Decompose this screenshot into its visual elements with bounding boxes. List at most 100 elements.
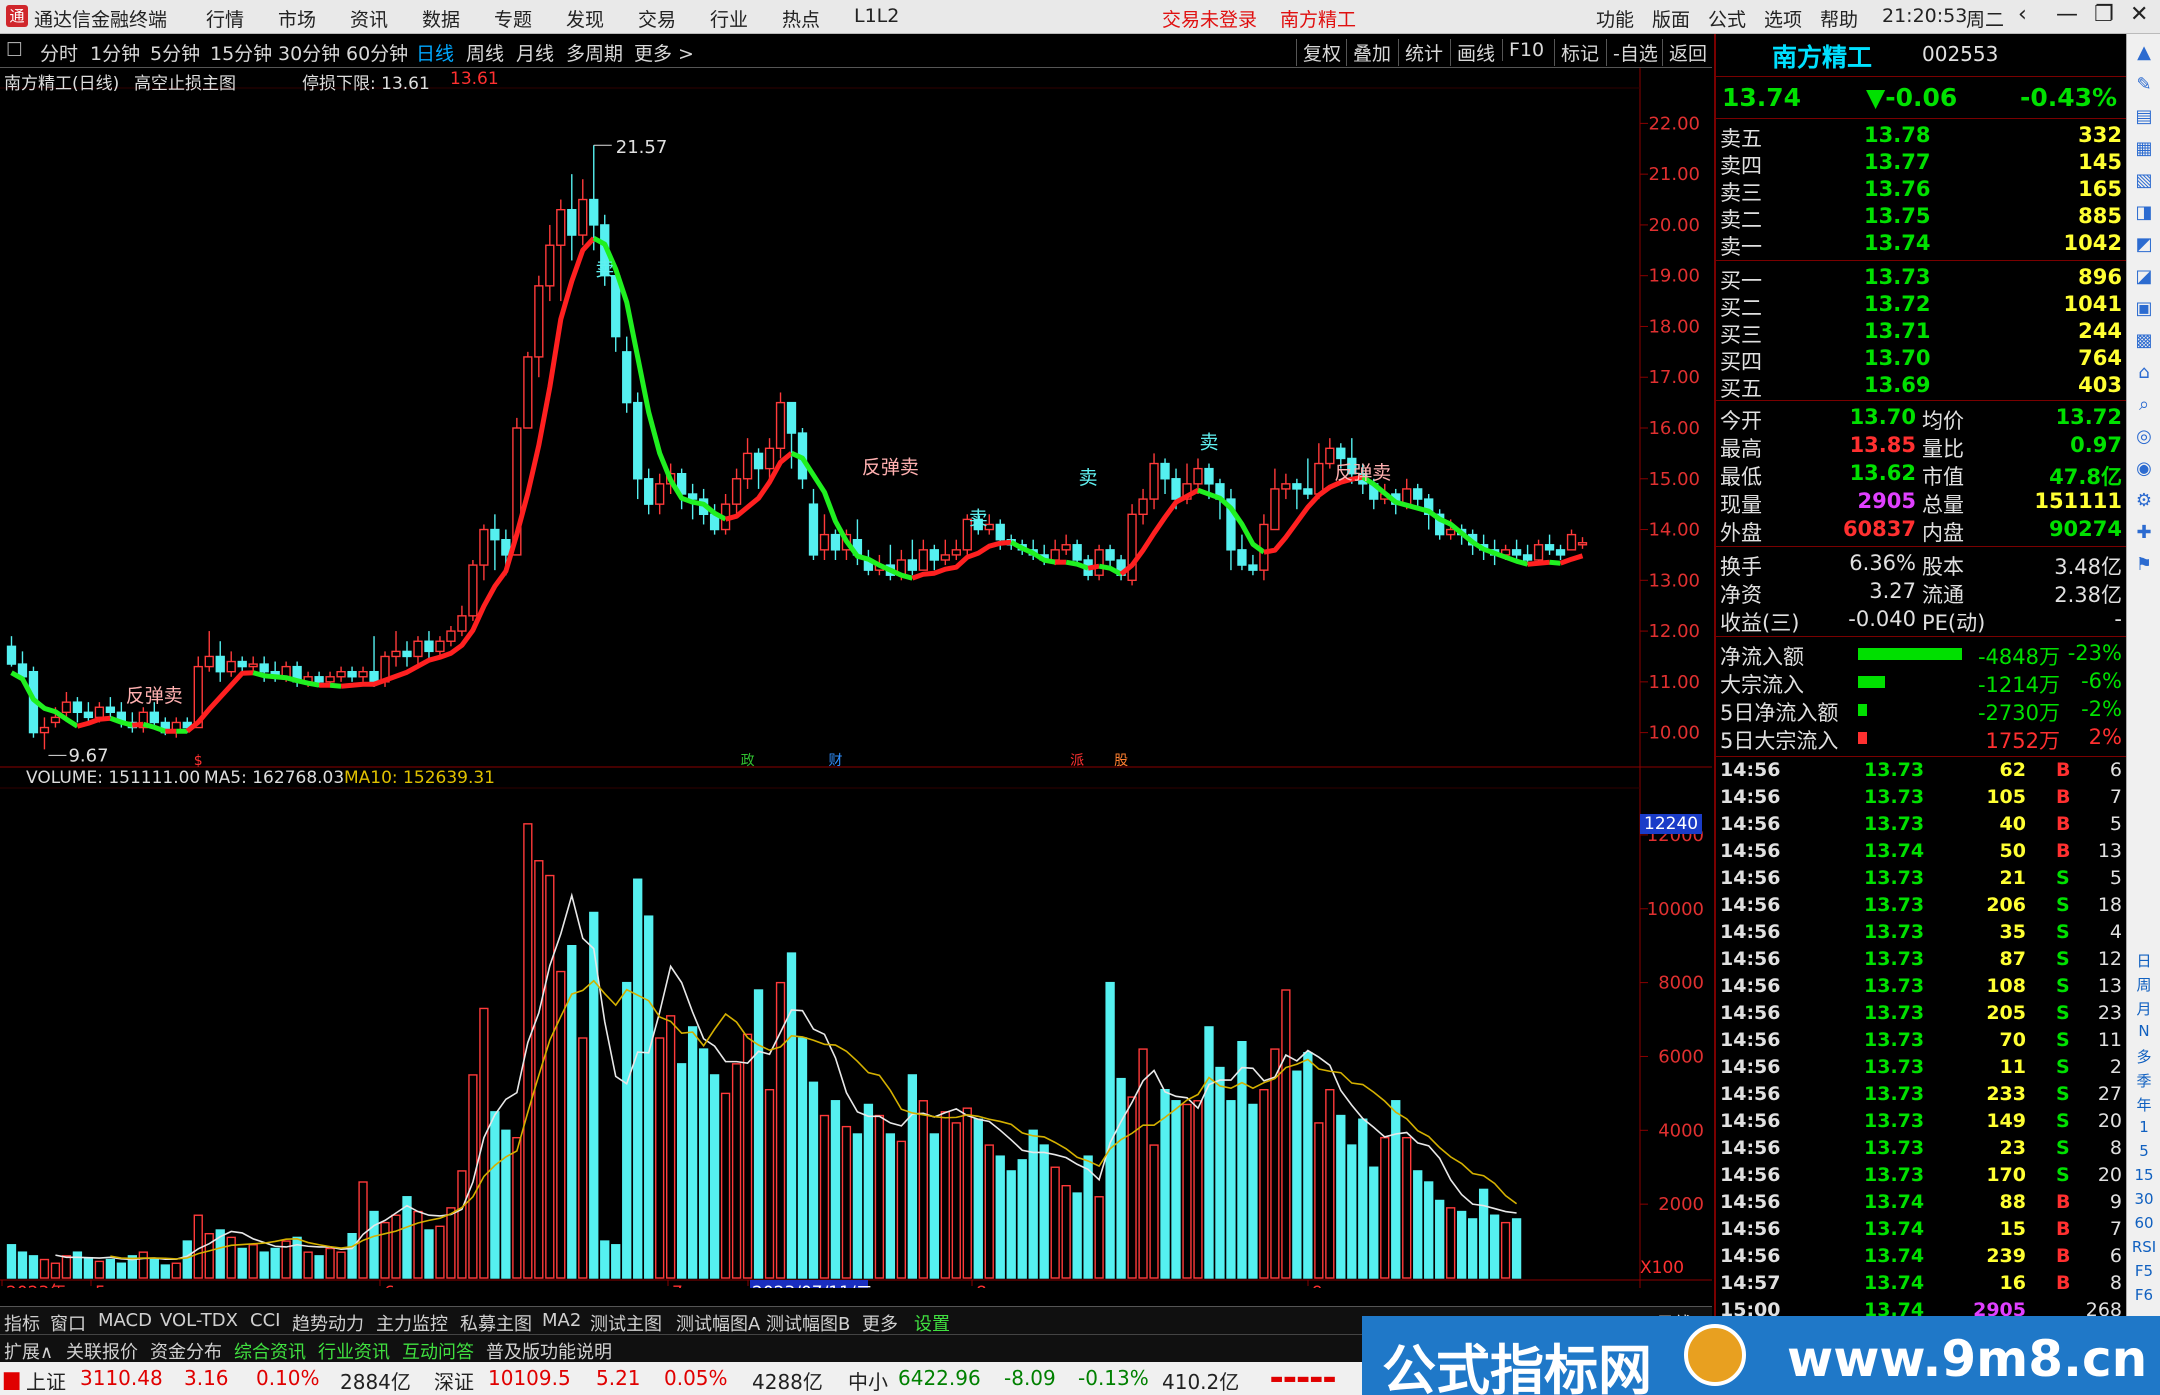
sidebar-tool-icon[interactable]: ▧ — [2131, 170, 2157, 191]
tick-side[interactable]: B — [2056, 759, 2070, 781]
candle[interactable] — [1511, 539, 1522, 560]
tick-time[interactable]: 14:57 — [1720, 1272, 1780, 1294]
sidebar-60min[interactable]: 60 — [2131, 1214, 2157, 1232]
tick-price[interactable]: 13.74 — [1864, 840, 1924, 862]
ask-price[interactable]: 13.76 — [1864, 177, 1930, 201]
stock-code[interactable]: 002553 — [1922, 42, 1998, 66]
flow-pct[interactable]: -2% — [2066, 697, 2122, 721]
candle[interactable] — [336, 666, 346, 682]
candle[interactable] — [589, 145, 599, 251]
stat-label[interactable]: 最低 — [1720, 461, 1762, 491]
candle[interactable] — [215, 641, 225, 682]
volume-chart-svg[interactable]: 120001000080006000400020002023年5672023/0… — [0, 768, 1712, 1288]
info-tab-1[interactable]: 关联报价 — [66, 1338, 138, 1364]
tick-count[interactable]: 7 — [2080, 1218, 2122, 1240]
info-tab-5[interactable]: 互动问答 — [402, 1338, 474, 1364]
candle[interactable] — [105, 697, 116, 718]
candle[interactable] — [1435, 509, 1445, 540]
tick-volume[interactable]: 70 — [1946, 1029, 2026, 1051]
tick-count[interactable]: 2 — [2080, 1056, 2122, 1078]
tab-0[interactable]: 指标 — [4, 1310, 40, 1336]
stat-label[interactable]: 内盘 — [1922, 517, 1964, 547]
candle[interactable] — [138, 707, 148, 733]
menu-trade[interactable]: 交易 — [638, 5, 676, 32]
candle[interactable] — [402, 641, 412, 667]
tick-count[interactable]: 4 — [2080, 921, 2122, 943]
ask-price[interactable]: 13.78 — [1864, 123, 1930, 147]
tick-side[interactable]: S — [2056, 1110, 2070, 1132]
tick-count[interactable]: 11 — [2080, 1029, 2122, 1051]
tick-price[interactable]: 13.74 — [1864, 1218, 1924, 1240]
candle[interactable] — [204, 631, 214, 672]
stat-label[interactable]: 净资 — [1720, 579, 1762, 609]
stat-value[interactable]: -0.040 — [1820, 607, 1916, 631]
tick-time[interactable]: 14:56 — [1720, 813, 1780, 835]
period-week[interactable]: 周线 — [466, 39, 504, 66]
tick-time[interactable]: 14:56 — [1720, 1002, 1780, 1024]
tick-volume[interactable]: 40 — [1946, 813, 2026, 835]
stat-value[interactable]: 0.97 — [2022, 433, 2122, 457]
candle[interactable] — [171, 717, 181, 738]
tick-price[interactable]: 13.74 — [1864, 1191, 1924, 1213]
candle[interactable] — [1577, 537, 1588, 549]
stat-label[interactable]: 收益(三) — [1720, 607, 1799, 637]
tick-volume[interactable]: 87 — [1946, 948, 2026, 970]
tick-count[interactable]: 6 — [2080, 759, 2122, 781]
stats-button[interactable]: 统计 — [1398, 39, 1443, 66]
sidebar-tool-icon[interactable]: ◉ — [2131, 458, 2157, 479]
tick-volume[interactable]: 62 — [1946, 759, 2026, 781]
candle[interactable] — [720, 494, 731, 535]
tick-count[interactable]: 13 — [2080, 840, 2122, 862]
tick-price[interactable]: 13.73 — [1864, 1137, 1924, 1159]
tick-volume[interactable]: 233 — [1946, 1083, 2026, 1105]
tick-volume[interactable]: 239 — [1946, 1245, 2026, 1267]
stat-value[interactable]: 60837 — [1820, 517, 1916, 541]
sidebar-week[interactable]: 周 — [2131, 974, 2157, 995]
candle[interactable] — [633, 392, 643, 500]
stat-value[interactable]: 13.85 — [1820, 433, 1916, 457]
tick-side[interactable]: B — [2056, 1218, 2070, 1240]
period-15min[interactable]: 15分钟 — [210, 39, 272, 66]
tick-time[interactable]: 14:56 — [1720, 1029, 1780, 1051]
minimize-icon[interactable]: — — [2056, 2, 2078, 27]
sidebar-tool-icon[interactable]: ◎ — [2131, 426, 2157, 447]
tick-price[interactable]: 13.73 — [1864, 1002, 1924, 1024]
tick-price[interactable]: 13.73 — [1864, 813, 1924, 835]
candle[interactable] — [819, 514, 830, 560]
flow-pct[interactable]: 2% — [2066, 725, 2122, 749]
tick-time[interactable]: 14:56 — [1720, 948, 1780, 970]
back-arrow-icon[interactable]: ‹ — [2018, 2, 2027, 27]
tick-count[interactable]: 20 — [2080, 1110, 2122, 1132]
stat-value[interactable]: 3.27 — [1820, 579, 1916, 603]
tick-time[interactable]: 14:56 — [1720, 975, 1780, 997]
menu-function[interactable]: 功能 — [1596, 5, 1634, 32]
price-chart-svg[interactable]: 22.00 21.00 20.00 19.00 18.00 17.00 16.00 15.00… — [0, 68, 1712, 768]
tick-price[interactable]: 13.73 — [1864, 975, 1924, 997]
candle[interactable] — [556, 199, 566, 302]
tick-price[interactable]: 13.73 — [1864, 1083, 1924, 1105]
tick-side[interactable]: B — [2056, 786, 2070, 808]
candle[interactable] — [358, 666, 368, 682]
stat-label[interactable]: 均价 — [1922, 405, 1964, 435]
sidebar-tool-icon[interactable]: ✚ — [2131, 522, 2157, 543]
candle[interactable] — [731, 468, 742, 515]
period-30min[interactable]: 30分钟 — [278, 39, 340, 66]
tick-volume[interactable]: 170 — [1946, 1164, 2026, 1186]
sidebar-tool-icon[interactable]: ▲ — [2131, 42, 2157, 63]
tick-time[interactable]: 14:56 — [1720, 1083, 1780, 1105]
sidebar-tool-icon[interactable]: ▣ — [2131, 298, 2157, 319]
tick-price[interactable]: 13.73 — [1864, 1029, 1924, 1051]
flow-pct[interactable]: -23% — [2066, 641, 2122, 665]
tick-side[interactable]: B — [2056, 840, 2070, 862]
period-month[interactable]: 月线 — [516, 39, 554, 66]
bid-price[interactable]: 13.69 — [1864, 373, 1930, 397]
candle[interactable] — [1127, 504, 1137, 586]
price-change-pct[interactable]: -0.43% — [2020, 83, 2117, 112]
candle[interactable] — [1303, 458, 1313, 500]
sidebar-rsi[interactable]: RSI — [2131, 1238, 2157, 1256]
info-tab-2[interactable]: 资金分布 — [150, 1338, 222, 1364]
sidebar-year[interactable]: 年 — [2131, 1094, 2157, 1115]
tick-price[interactable]: 13.74 — [1864, 1272, 1924, 1294]
tick-count[interactable]: 5 — [2080, 813, 2122, 835]
tick-time[interactable]: 14:56 — [1720, 1218, 1780, 1240]
